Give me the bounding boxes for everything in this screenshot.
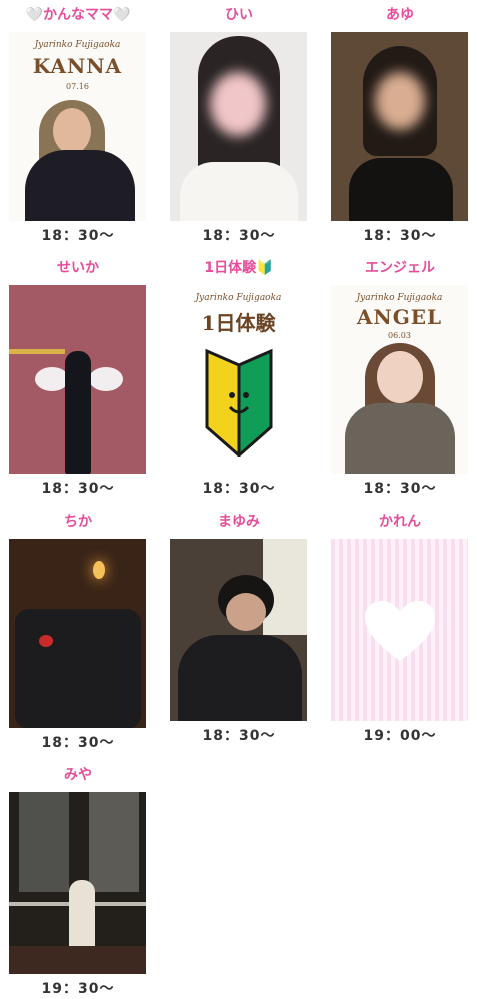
banner-date: 06.03 <box>388 331 411 340</box>
cast-name[interactable]: まゆみ <box>169 513 309 531</box>
blurred-face <box>375 72 425 130</box>
banner-date: 07.16 <box>66 82 89 91</box>
cast-photo[interactable] <box>9 285 146 474</box>
window <box>19 792 69 892</box>
top <box>180 162 298 221</box>
cast-photo[interactable] <box>170 32 307 221</box>
start-time: 18：30〜 <box>363 228 437 244</box>
cast-photo[interactable] <box>9 792 146 974</box>
wing-icon <box>35 367 69 391</box>
cast-name[interactable]: みや <box>8 766 148 784</box>
cast-photo[interactable] <box>9 539 146 728</box>
machine <box>15 609 141 728</box>
beginner-mark-icon <box>205 348 273 457</box>
cast-card[interactable]: ひい 18：30〜 <box>169 6 309 245</box>
cast-card[interactable]: ちか 18：30〜 <box>8 513 148 752</box>
banner-name: ANGEL <box>356 305 443 329</box>
cast-name[interactable]: ひい <box>169 6 309 24</box>
start-time: 18：30〜 <box>41 481 115 497</box>
cast-photo[interactable]: Jyarinko Fujigaoka ANGEL 06.03 <box>331 285 468 474</box>
start-time: 18：30〜 <box>202 728 276 744</box>
start-time: 18：30〜 <box>363 481 437 497</box>
wing-icon <box>89 367 123 391</box>
start-time: 18：30〜 <box>202 481 276 497</box>
top <box>349 158 453 221</box>
start-time: 18：30〜 <box>41 735 115 751</box>
cast-name[interactable]: ちか <box>8 513 148 531</box>
face <box>377 351 423 403</box>
banner-name: KANNA <box>32 54 123 78</box>
cast-card[interactable]: かれん 19：00〜 <box>330 513 470 745</box>
cast-name[interactable]: せいか <box>8 259 148 277</box>
pipe <box>9 349 65 354</box>
face <box>226 593 266 631</box>
cast-name[interactable]: 🤍かんなママ🤍 <box>8 6 148 24</box>
start-time: 19：00〜 <box>363 728 437 744</box>
cast-card[interactable]: あゆ 18：30〜 <box>330 6 470 245</box>
heart-icon <box>365 601 435 661</box>
cast-photo[interactable]: Jyarinko Fujigaoka KANNA 07.16 <box>9 32 146 221</box>
cast-photo[interactable]: Jyarinko Fujigaoka 1日体験 <box>170 285 307 474</box>
start-time: 19：30〜 <box>41 981 115 997</box>
start-time: 18：30〜 <box>41 228 115 244</box>
figure <box>69 880 95 950</box>
cast-photo[interactable] <box>331 32 468 221</box>
brand-logo-text: Jyarinko Fujigaoka <box>34 40 121 50</box>
outfit <box>25 150 135 221</box>
cast-card[interactable]: 🤍かんなママ🤍 Jyarinko Fujigaoka KANNA 07.16 1… <box>8 6 148 245</box>
blurred-face <box>210 72 266 136</box>
window <box>89 792 139 892</box>
brand-logo-text: Jyarinko Fujigaoka <box>195 293 282 303</box>
top <box>178 635 302 721</box>
banner-text: 1日体験 <box>201 311 276 335</box>
cast-photo[interactable] <box>170 539 307 721</box>
lamp <box>93 561 105 579</box>
cast-card[interactable]: まゆみ 18：30〜 <box>169 513 309 745</box>
red-light <box>39 635 53 647</box>
brand-logo-text: Jyarinko Fujigaoka <box>356 293 443 303</box>
jacket <box>345 403 455 474</box>
cast-card[interactable]: エンジェル Jyarinko Fujigaoka ANGEL 06.03 18：… <box>330 259 470 498</box>
floor <box>9 946 146 974</box>
figure <box>65 351 91 474</box>
cast-photo[interactable] <box>331 539 468 721</box>
cast-card[interactable]: せいか 18：30〜 <box>8 259 148 498</box>
cast-name[interactable]: 1日体験🔰 <box>169 259 309 277</box>
face <box>53 108 91 154</box>
cast-card[interactable]: 1日体験🔰 Jyarinko Fujigaoka 1日体験 18：30〜 <box>169 259 309 498</box>
cast-name[interactable]: かれん <box>330 513 470 531</box>
start-time: 18：30〜 <box>202 228 276 244</box>
cast-name[interactable]: エンジェル <box>330 259 470 277</box>
cast-name[interactable]: あゆ <box>330 6 470 24</box>
cast-card[interactable]: みや 19：30〜 <box>8 766 148 998</box>
